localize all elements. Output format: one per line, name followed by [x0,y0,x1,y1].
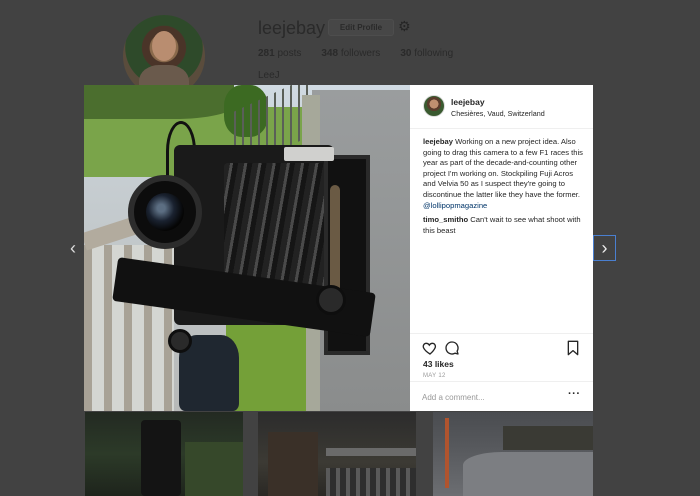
thumb-shape [445,418,449,488]
post-photo[interactable] [84,85,410,411]
post-actions: 43 likes MAY 12 ··· [410,333,593,411]
avatar-face [152,31,176,61]
post-location[interactable]: Chesières, Vaud, Switzerland [451,109,545,118]
camera-strap [330,185,340,295]
thumb-shape [326,448,416,456]
following-stat[interactable]: 30 following [400,48,453,59]
camera-level [284,147,334,161]
edit-profile-button[interactable]: Edit Profile [328,19,394,36]
add-comment-input[interactable] [422,389,562,405]
profile-full-name: LeeJ [258,70,280,81]
caption-text: Working on a new project idea. Also goin… [423,137,583,199]
post-caption: leejebay Working on a new project idea. … [423,137,587,211]
posts-stat: 281 posts [258,48,302,59]
grid-thumbnail[interactable] [85,412,243,496]
thumb-shape [463,452,593,496]
previous-post-button[interactable]: ‹ [64,236,82,260]
thumb-shape [268,432,318,496]
grid-thumbnail[interactable] [258,412,416,496]
avatar[interactable] [423,95,445,117]
post-header: leejebay Chesières, Vaud, Switzerland [410,85,593,129]
more-options-icon[interactable]: ··· [568,388,581,400]
add-comment-bar: ··· [410,381,593,412]
profile-stats: 281 posts 348 followers 30 following [258,48,453,59]
speech-bubble-icon[interactable] [444,340,460,356]
grid-thumbnail[interactable] [433,412,593,496]
thumb-shape [326,468,416,496]
chevron-left-icon: ‹ [70,238,76,258]
post-date: MAY 12 [423,373,446,379]
thumb-shape [503,426,593,450]
thumb-shape [185,442,243,496]
photo-hedge [84,85,234,119]
likes-count[interactable]: 43 likes [423,359,454,369]
chevron-right-icon: › [601,238,608,258]
post-details-panel: leejebay Chesières, Vaud, Switzerland le… [410,85,593,411]
caption-mention[interactable]: @lollipopmagazine [423,201,487,210]
caption-username[interactable]: leejebay [423,137,453,146]
comment-item: timo_smitho Can't wait to see what shoot… [423,215,587,236]
bookmark-icon[interactable] [566,340,580,356]
followers-stat[interactable]: 348 followers [321,48,380,59]
next-post-button[interactable]: › [593,235,616,261]
heart-icon[interactable] [422,340,438,356]
camera-lens-glass [146,193,184,231]
gear-icon[interactable]: ⚙ [398,19,412,33]
camera-knob [316,285,346,315]
camera-knob [168,329,192,353]
post-author-username[interactable]: leejebay [451,97,485,107]
comment-username[interactable]: timo_smitho [423,215,468,224]
profile-username: leejebay [258,18,326,38]
thumb-shape [141,420,181,496]
